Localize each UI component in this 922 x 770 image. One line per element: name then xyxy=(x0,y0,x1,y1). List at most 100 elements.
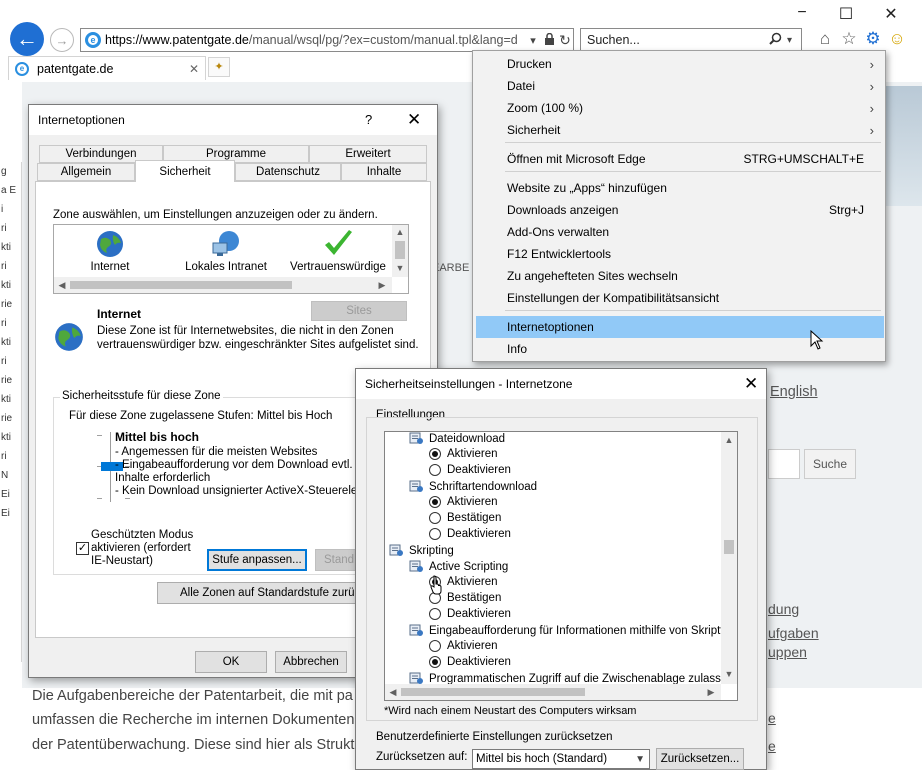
tab-erweitert[interactable]: Erweitert xyxy=(309,145,427,163)
page-link-3[interactable]: uppen xyxy=(768,644,807,660)
page-strip-text: rie xyxy=(1,375,13,386)
radio-button[interactable] xyxy=(429,528,441,540)
favorites-star-icon[interactable]: ☆ xyxy=(838,27,860,51)
radio-button[interactable] xyxy=(429,496,441,508)
radio-button[interactable] xyxy=(429,656,441,668)
page-strip-text: g xyxy=(1,166,7,177)
menu-item-f12-entwicklertools[interactable]: F12 Entwicklertools xyxy=(476,243,884,265)
zone-internet[interactable]: Internet xyxy=(60,227,160,273)
reset-button[interactable]: Zurücksetzen... xyxy=(656,748,744,770)
search-dropdown-icon[interactable]: ▾ xyxy=(787,35,801,46)
cancel-button[interactable]: Abbrechen xyxy=(275,651,347,673)
zone-list-vscroll-thumb[interactable] xyxy=(395,241,405,259)
menu-item-datei[interactable]: Datei › xyxy=(476,75,884,97)
menu-item-website-zu-apps-hinzufügen[interactable]: Website zu „Apps“ hinzufügen xyxy=(476,177,884,199)
back-button[interactable]: ← xyxy=(10,22,44,56)
tab-sicherheit[interactable]: Sicherheit xyxy=(135,160,235,182)
refresh-icon[interactable]: ↻ xyxy=(557,32,573,49)
help-button[interactable]: ? xyxy=(365,112,372,127)
tree-hscroll[interactable]: ◀ ▶ xyxy=(385,684,721,700)
tree-hscroll-thumb[interactable] xyxy=(401,688,585,696)
page-search-button[interactable]: Suche xyxy=(804,449,856,479)
search-box[interactable]: Suchen... ▾ xyxy=(580,28,802,52)
new-tab-button[interactable]: ✦ xyxy=(208,57,230,77)
menu-item-zu-angehefteten-sites-wechseln[interactable]: Zu angehefteten Sites wechseln xyxy=(476,265,884,287)
scroll-right-icon[interactable]: ▶ xyxy=(376,280,388,291)
protected-mode-checkbox[interactable]: ✓ xyxy=(76,542,89,555)
close-tab-icon[interactable]: ✕ xyxy=(189,62,199,76)
scroll-up-icon[interactable]: ▲ xyxy=(392,227,408,237)
tree-radio-option[interactable]: Bestätigen xyxy=(429,512,501,524)
tree-radio-option[interactable]: Deaktivieren xyxy=(429,656,511,668)
tab-datenschutz[interactable]: Datenschutz xyxy=(235,163,341,181)
gear-icon[interactable]: ⚙ xyxy=(862,27,884,51)
scroll-left-icon[interactable]: ◀ xyxy=(56,280,68,291)
radio-button[interactable] xyxy=(429,448,441,460)
dialog-close-button[interactable]: ✕ xyxy=(407,110,421,130)
tree-vscroll[interactable]: ▲ ▼ xyxy=(721,432,737,684)
radio-button[interactable] xyxy=(429,512,441,524)
tree-radio-option[interactable]: Deaktivieren xyxy=(429,528,511,540)
scroll-down-icon[interactable]: ▼ xyxy=(392,263,408,273)
scroll-right-icon[interactable]: ▶ xyxy=(705,687,717,698)
close-window-button[interactable]: ✕ xyxy=(879,4,903,24)
menu-item-sicherheit[interactable]: Sicherheit › xyxy=(476,119,884,141)
maximize-button[interactable]: ☐ xyxy=(834,4,858,24)
menu-item-drucken[interactable]: Drucken › xyxy=(476,53,884,75)
dialog-close-button[interactable]: ✕ xyxy=(744,374,758,394)
menu-item-zoom-100[interactable]: Zoom (100 %) › xyxy=(476,97,884,119)
search-input[interactable]: Suchen... xyxy=(587,33,769,47)
zone-list-hscroll[interactable]: ◀ ▶ xyxy=(54,277,392,293)
settings-tree[interactable]: Programmatischen Zugriff auf die Zwische… xyxy=(384,431,738,701)
menu-item-öffnen-mit-microsoft-edge[interactable]: Öffnen mit Microsoft Edge STRG+UMSCHALT+E xyxy=(476,148,884,170)
menu-item-add-ons-verwalten[interactable]: Add-Ons verwalten xyxy=(476,221,884,243)
sites-button[interactable]: Sites xyxy=(311,301,407,321)
custom-level-button[interactable]: Stufe anpassen... xyxy=(207,549,307,571)
scroll-left-icon[interactable]: ◀ xyxy=(387,687,399,698)
smiley-feedback-icon[interactable]: ☺ xyxy=(886,27,908,51)
tree-radio-option[interactable]: Aktivieren xyxy=(429,640,498,652)
address-bar[interactable]: e https://www.patentgate.de/manual/wsql/… xyxy=(80,28,574,52)
tab-inhalte[interactable]: Inhalte xyxy=(341,163,427,181)
tree-node-label: Aktivieren xyxy=(447,448,498,460)
zone-list-hscroll-thumb[interactable] xyxy=(70,281,292,289)
page-search-input[interactable] xyxy=(768,449,800,479)
tree-radio-option[interactable]: Aktivieren xyxy=(429,496,498,508)
tree-radio-option[interactable]: Deaktivieren xyxy=(429,608,511,620)
zone-list[interactable]: Internet Lokales Intranet Vertrauenswürd… xyxy=(53,224,409,294)
scroll-down-icon[interactable]: ▼ xyxy=(721,669,737,679)
menu-item-label: Internetoptionen xyxy=(507,320,594,334)
browser-tab[interactable]: e patentgate.de ✕ xyxy=(8,56,206,80)
tree-radio-option[interactable]: Deaktivieren xyxy=(429,464,511,476)
radio-button[interactable] xyxy=(429,608,441,620)
menu-item-einstellungen-der-kompatibilitätsansicht[interactable]: Einstellungen der Kompatibilitätsansicht xyxy=(476,287,884,309)
zone-list-vscroll[interactable]: ▲ ▼ xyxy=(392,225,408,277)
reset-to-select[interactable]: Mittel bis hoch (Standard) ▼ xyxy=(472,749,650,769)
tree-vscroll-thumb[interactable] xyxy=(724,540,734,554)
zone-lokales-intranet[interactable]: Lokales Intranet xyxy=(176,227,276,273)
page-link-1[interactable]: dung xyxy=(768,601,799,617)
tree-radio-option[interactable]: Aktivieren xyxy=(429,448,498,460)
zone-vertrauenswuerdige[interactable]: Vertrauenswürdige xyxy=(288,227,388,273)
menu-item-downloads-anzeigen[interactable]: Downloads anzeigen Strg+J xyxy=(476,199,884,221)
page-link-2[interactable]: ufgaben xyxy=(768,625,819,641)
ok-button[interactable]: OK xyxy=(195,651,267,673)
english-link[interactable]: English xyxy=(770,384,818,400)
setting-gear-icon xyxy=(409,432,424,445)
page-link-4[interactable]: e xyxy=(768,710,776,726)
radio-button[interactable] xyxy=(429,640,441,652)
lock-icon[interactable] xyxy=(541,32,557,48)
radio-button[interactable] xyxy=(429,464,441,476)
reset-all-zones-button[interactable]: Alle Zonen auf Standardstufe zurück xyxy=(157,582,357,604)
address-url[interactable]: https://www.patentgate.de/manual/wsql/pg… xyxy=(105,33,525,47)
dropdown-arrow-icon[interactable]: ▾ xyxy=(525,34,541,47)
dialog-title-bar: Sicherheitseinstellungen - Internetzone … xyxy=(356,369,766,399)
home-icon[interactable]: ⌂ xyxy=(814,27,836,51)
tab-allgemein[interactable]: Allgemein xyxy=(37,163,135,181)
minimize-button[interactable]: − xyxy=(790,4,814,22)
forward-button[interactable]: → xyxy=(50,28,74,52)
page-link-5[interactable]: e xyxy=(768,738,776,754)
tree-node-label: Aktivieren xyxy=(447,640,498,652)
scroll-up-icon[interactable]: ▲ xyxy=(721,435,737,445)
search-icon[interactable] xyxy=(769,32,787,48)
